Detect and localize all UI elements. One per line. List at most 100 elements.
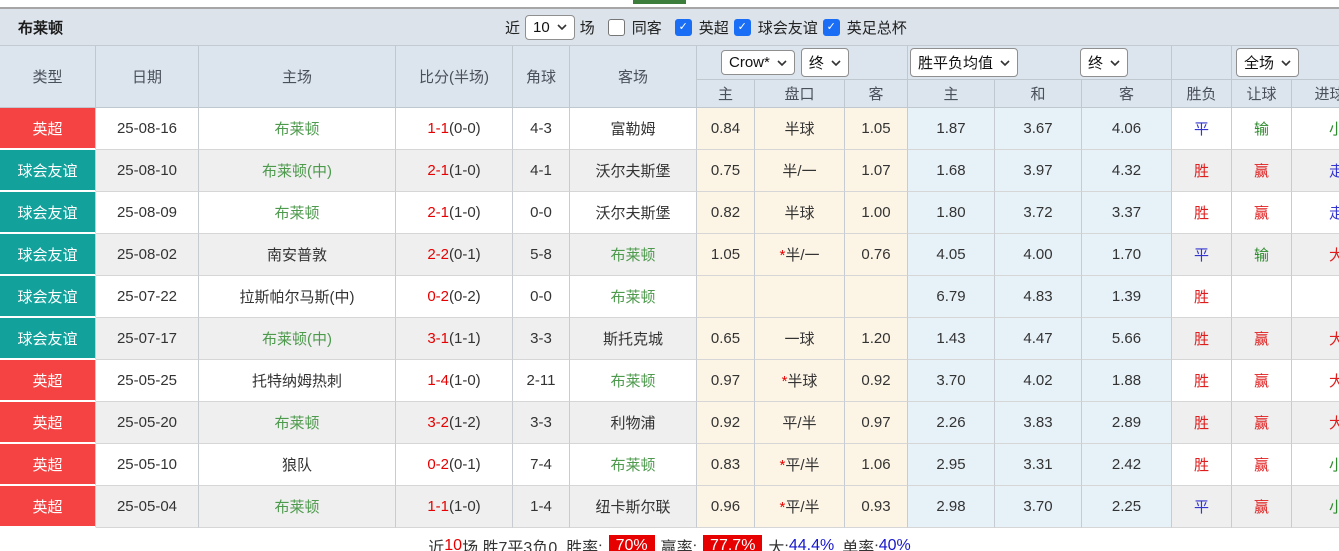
big-rate-label: 大: <box>768 539 789 551</box>
table-row: 英超 25-05-10 狼队 0-2(0-1) 7-4 布莱顿 0.83 *平/… <box>0 444 1339 486</box>
result-cell: 胜 <box>1172 150 1233 192</box>
league-checkbox-facup[interactable]: ✓ <box>822 18 840 36</box>
goals-result-cell: 走 <box>1292 150 1339 192</box>
date-cell: 25-05-10 <box>96 444 199 486</box>
chevron-down-icon <box>777 59 787 66</box>
avg-home-odds: 1.43 <box>908 318 995 360</box>
away-team: 斯托克城 <box>570 318 697 360</box>
crow-away-odds: 0.93 <box>845 486 908 528</box>
avg-away-odds: 1.88 <box>1082 360 1173 402</box>
final-odds-select-2[interactable]: 终 <box>1080 48 1129 77</box>
home-team: 布莱顿 <box>199 192 396 234</box>
league-badge: 球会友谊 <box>0 192 96 234</box>
handicap-cell: *平/半 <box>755 402 845 444</box>
score-cell: 3-2(1-2) <box>396 402 513 444</box>
corner-cell: 2-11 <box>513 360 570 402</box>
avg-away-odds: 1.39 <box>1082 276 1173 318</box>
avg-odds-select[interactable]: 胜平负均值 <box>910 48 1019 77</box>
home-team: 南安普敦 <box>199 234 396 276</box>
single-rate-label: 单率: <box>842 539 879 551</box>
result-cell: 胜 <box>1172 360 1233 402</box>
avg-draw-odds: 4.00 <box>995 234 1082 276</box>
avg-home-odds: 1.80 <box>908 192 995 234</box>
chevron-down-icon <box>1000 59 1010 66</box>
result-cell: 平 <box>1172 234 1233 276</box>
goals-result-cell: 走 <box>1292 192 1339 234</box>
subheader-avg-draw: 和 <box>995 80 1082 108</box>
handicap-cell: *半球 <box>755 192 845 234</box>
subheader-goals: 进球数 <box>1292 80 1339 108</box>
crow-home-odds: 0.97 <box>697 360 755 402</box>
subheader-avg-home: 主 <box>908 80 995 108</box>
home-team: 拉斯帕尔马斯(中) <box>199 276 396 318</box>
handicap-cell: *半球 <box>755 360 845 402</box>
table-row: 英超 25-05-25 托特纳姆热刺 1-4(1-0) 2-11 布莱顿 0.9… <box>0 360 1339 402</box>
score-cell: 0-2(0-1) <box>396 444 513 486</box>
corner-cell: 1-4 <box>513 486 570 528</box>
avg-draw-odds: 3.72 <box>995 192 1082 234</box>
date-cell: 25-08-09 <box>96 192 199 234</box>
avg-home-odds: 4.05 <box>908 234 995 276</box>
away-team: 布莱顿 <box>570 360 697 402</box>
goals-result-cell: 大 <box>1292 318 1339 360</box>
league-label-friendly: 球会友谊 <box>757 19 818 37</box>
win-rate-badge: 70% <box>608 534 655 551</box>
same-away-checkbox[interactable]: ✓ <box>607 18 625 36</box>
crow-away-odds: 1.20 <box>845 318 908 360</box>
avg-draw-odds: 3.67 <box>995 108 1082 150</box>
score-cell: 1-1(0-0) <box>396 108 513 150</box>
away-team: 沃尔夫斯堡 <box>570 150 697 192</box>
corner-cell: 7-4 <box>513 444 570 486</box>
avg-home-odds: 2.98 <box>908 486 995 528</box>
away-team: 布莱顿 <box>570 276 697 318</box>
score-cell: 2-1(1-0) <box>396 192 513 234</box>
scope-select[interactable]: 全场 <box>1236 48 1300 77</box>
handicap-cell: *半/一 <box>755 234 845 276</box>
result-cell: 胜 <box>1172 318 1233 360</box>
crow-away-odds: 0.97 <box>845 402 908 444</box>
column-header-type: 类型 <box>0 46 96 108</box>
avg-home-odds: 3.70 <box>908 360 995 402</box>
league-checkbox-friendly[interactable]: ✓ <box>733 18 751 36</box>
avg-draw-odds: 3.31 <box>995 444 1082 486</box>
crow-away-odds: 0.76 <box>845 234 908 276</box>
avg-home-odds: 2.95 <box>908 444 995 486</box>
subheader-crow-away: 客 <box>845 80 908 108</box>
away-team: 沃尔夫斯堡 <box>570 192 697 234</box>
handicap-result-cell: 输 <box>1232 108 1293 150</box>
handicap-result-cell: 赢 <box>1232 150 1293 192</box>
matches-label: 场 <box>579 19 595 37</box>
bookmaker-select[interactable]: Crow* <box>721 50 795 75</box>
away-team: 富勒姆 <box>570 108 697 150</box>
league-checkbox-epl[interactable]: ✓ <box>674 18 692 36</box>
filter-controls: 近 10 场 ✓ 同客 ✓ 英超 ✓ 球会友谊 ✓ 英足总杯 <box>505 9 907 45</box>
avg-away-odds: 2.42 <box>1082 444 1173 486</box>
final-odds-select[interactable]: 终 <box>800 48 849 77</box>
column-header-away: 客场 <box>570 46 697 108</box>
table-row: 英超 25-08-16 布莱顿 1-1(0-0) 4-3 富勒姆 0.84 *半… <box>0 108 1339 150</box>
chevron-down-icon <box>831 59 841 66</box>
avg-home-odds: 6.79 <box>908 276 995 318</box>
match-count-select[interactable]: 10 <box>525 14 575 40</box>
home-team: 布莱顿(中) <box>199 150 396 192</box>
date-cell: 25-08-10 <box>96 150 199 192</box>
bookmaker-select-cell: Crow* 终 <box>697 46 908 80</box>
handicap-result-cell: 赢 <box>1232 486 1293 528</box>
recent-label: 近 <box>505 19 521 37</box>
league-label-facup: 英足总杯 <box>846 19 907 37</box>
home-team: 布莱顿(中) <box>199 318 396 360</box>
date-cell: 25-08-02 <box>96 234 199 276</box>
avg-home-odds: 1.68 <box>908 150 995 192</box>
handicap-result-cell: 赢 <box>1232 192 1293 234</box>
crow-home-odds: 0.65 <box>697 318 755 360</box>
result-cell: 平 <box>1172 108 1233 150</box>
goals-result-cell: 小 <box>1292 444 1339 486</box>
date-cell: 25-08-16 <box>96 108 199 150</box>
corner-cell: 5-8 <box>513 234 570 276</box>
result-cell: 胜 <box>1172 402 1233 444</box>
avg-draw-odds: 4.02 <box>995 360 1082 402</box>
avg-away-odds: 2.89 <box>1082 402 1173 444</box>
corner-cell: 0-0 <box>513 276 570 318</box>
crow-home-odds: 0.84 <box>697 108 755 150</box>
away-team: 布莱顿 <box>570 234 697 276</box>
